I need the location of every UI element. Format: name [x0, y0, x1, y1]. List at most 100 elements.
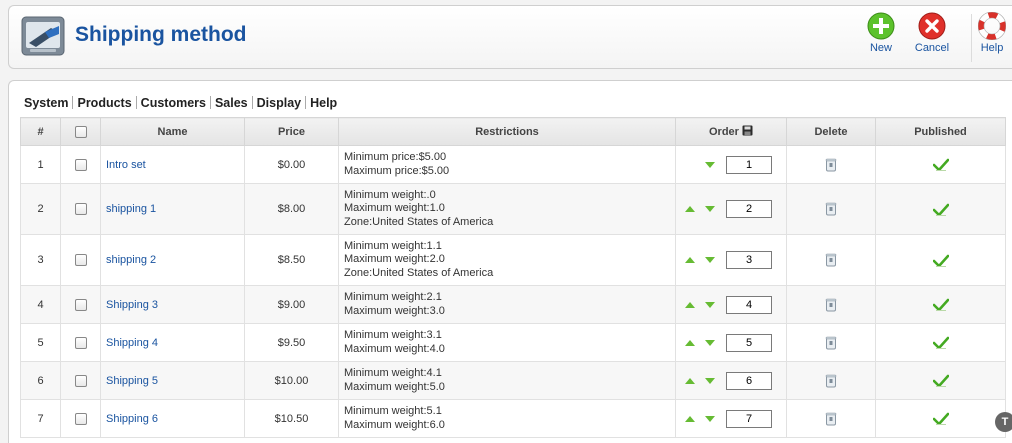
row-checkbox[interactable] [74, 412, 87, 425]
row-checkbox[interactable] [74, 203, 87, 216]
row-number: 4 [20, 285, 61, 324]
restrictions-cell: Minimum weight:1.1 Maximum weight:2.0 Zone… [338, 234, 676, 286]
order-cell [675, 399, 787, 438]
column-header-number[interactable]: # [20, 117, 61, 146]
order-input[interactable] [726, 155, 772, 174]
trash-icon[interactable] [825, 336, 837, 350]
row-number: 7 [20, 399, 61, 438]
move-up-icon[interactable] [685, 257, 695, 263]
checkmark-icon[interactable] [932, 158, 949, 171]
move-down-icon[interactable] [705, 301, 715, 308]
help-button[interactable]: Help [968, 12, 1012, 54]
checkmark-icon[interactable] [932, 203, 949, 216]
page-title: Shipping method [75, 23, 247, 46]
trash-icon[interactable] [825, 298, 837, 312]
row-checkbox[interactable] [74, 298, 87, 311]
column-header-name[interactable]: Name [100, 117, 245, 146]
order-input[interactable] [726, 295, 772, 314]
move-down-icon[interactable] [705, 415, 715, 422]
row-select-cell [60, 285, 101, 324]
checkmark-icon[interactable] [932, 412, 949, 425]
move-up-icon[interactable] [685, 206, 695, 212]
order-input[interactable] [726, 200, 772, 218]
restriction-line: Minimum weight:5.1 [344, 405, 442, 417]
price-cell: $10.00 [244, 361, 339, 400]
checkmark-icon[interactable] [932, 336, 949, 349]
trash-icon[interactable] [825, 253, 837, 267]
name-cell: Shipping 3 [100, 285, 245, 324]
order-input[interactable] [726, 251, 772, 269]
shipping-method-link[interactable]: shipping 2 [106, 254, 156, 266]
move-down-icon[interactable] [705, 257, 715, 263]
menu-item-products[interactable]: Products [77, 96, 131, 110]
move-down-icon[interactable] [705, 161, 715, 168]
shipping-method-link[interactable]: Shipping 5 [106, 375, 158, 387]
published-cell [875, 234, 1006, 286]
shipping-method-link[interactable]: Shipping 3 [106, 299, 158, 311]
menu-separator [251, 96, 253, 109]
restriction-line: Maximum weight:1.0 [344, 202, 445, 215]
checkmark-icon[interactable] [932, 254, 949, 267]
column-header-restrictions[interactable]: Restrictions [338, 117, 676, 146]
trash-icon[interactable] [825, 158, 837, 172]
price-cell: $10.50 [244, 399, 339, 438]
restriction-line: Maximum price:$5.00 [344, 164, 450, 177]
published-cell [875, 323, 1006, 362]
order-cell [675, 323, 787, 362]
move-up-icon[interactable] [685, 339, 695, 346]
column-header-price[interactable]: Price [244, 117, 339, 146]
checkmark-icon[interactable] [932, 298, 949, 311]
row-checkbox[interactable] [74, 254, 87, 267]
column-header-delete[interactable]: Delete [786, 117, 876, 146]
order-input[interactable] [726, 371, 772, 390]
select-all-checkbox[interactable] [74, 125, 87, 138]
menu-separator [72, 96, 74, 109]
corner-floating-button[interactable]: T [995, 412, 1012, 432]
shipping-method-link[interactable]: shipping 1 [106, 203, 156, 215]
row-checkbox[interactable] [74, 374, 87, 387]
menu-item-display[interactable]: Display [257, 96, 301, 110]
move-down-icon[interactable] [705, 339, 715, 346]
row-select-cell [60, 361, 101, 400]
trash-icon[interactable] [825, 374, 837, 388]
menu-item-help[interactable]: Help [310, 96, 337, 110]
order-input[interactable] [726, 333, 772, 352]
move-down-icon[interactable] [705, 377, 715, 384]
row-checkbox[interactable] [74, 158, 87, 171]
shipping-method-link[interactable]: Intro set [106, 159, 146, 171]
restrictions-cell: Minimum weight:4.1 Maximum weight:5.0 [338, 361, 676, 400]
published-cell [875, 399, 1006, 438]
menu-item-system[interactable]: System [24, 96, 68, 110]
menu-item-sales[interactable]: Sales [215, 96, 248, 110]
order-input[interactable] [726, 409, 772, 428]
menu-item-customers[interactable]: Customers [141, 96, 206, 110]
column-header-published[interactable]: Published [875, 117, 1006, 146]
shipping-method-link[interactable]: Shipping 6 [106, 413, 158, 425]
column-header-order[interactable]: Order [675, 117, 787, 146]
save-order-icon[interactable] [742, 125, 753, 136]
checkmark-icon[interactable] [932, 374, 949, 387]
move-up-icon[interactable] [685, 301, 695, 308]
table-row: 2 shipping 1 $8.00 Minimum weight:.0 Maximum… [20, 183, 1006, 235]
price-cell: $9.00 [244, 285, 339, 324]
row-select-cell [60, 234, 101, 286]
cancel-button[interactable]: Cancel [908, 12, 956, 54]
row-select-cell [60, 145, 101, 184]
move-up-icon[interactable] [685, 415, 695, 422]
trash-icon[interactable] [825, 202, 837, 216]
order-cell [675, 234, 787, 286]
shipping-method-link[interactable]: Shipping 4 [106, 337, 158, 349]
table-row: 6 Shipping 5 $10.00 Minimum weight:4.1 Maxim… [20, 361, 1006, 400]
trash-icon[interactable] [825, 412, 837, 426]
move-down-icon[interactable] [705, 206, 715, 212]
move-up-icon[interactable] [685, 377, 695, 384]
menu-separator [135, 96, 137, 109]
restriction-line: Minimum weight:1.1 [344, 239, 442, 252]
restriction-line: Maximum weight:2.0 [344, 253, 445, 266]
add-icon [867, 12, 895, 40]
restrictions-cell: Minimum price:$5.00 Maximum price:$5.00 [338, 145, 676, 184]
new-button[interactable]: New [857, 12, 905, 54]
content-panel: System Products Customers Sales Display Help … [8, 80, 1012, 443]
table-row: 3 shipping 2 $8.50 Minimum weight:1.1 Maximu… [20, 234, 1006, 286]
row-checkbox[interactable] [74, 336, 87, 349]
